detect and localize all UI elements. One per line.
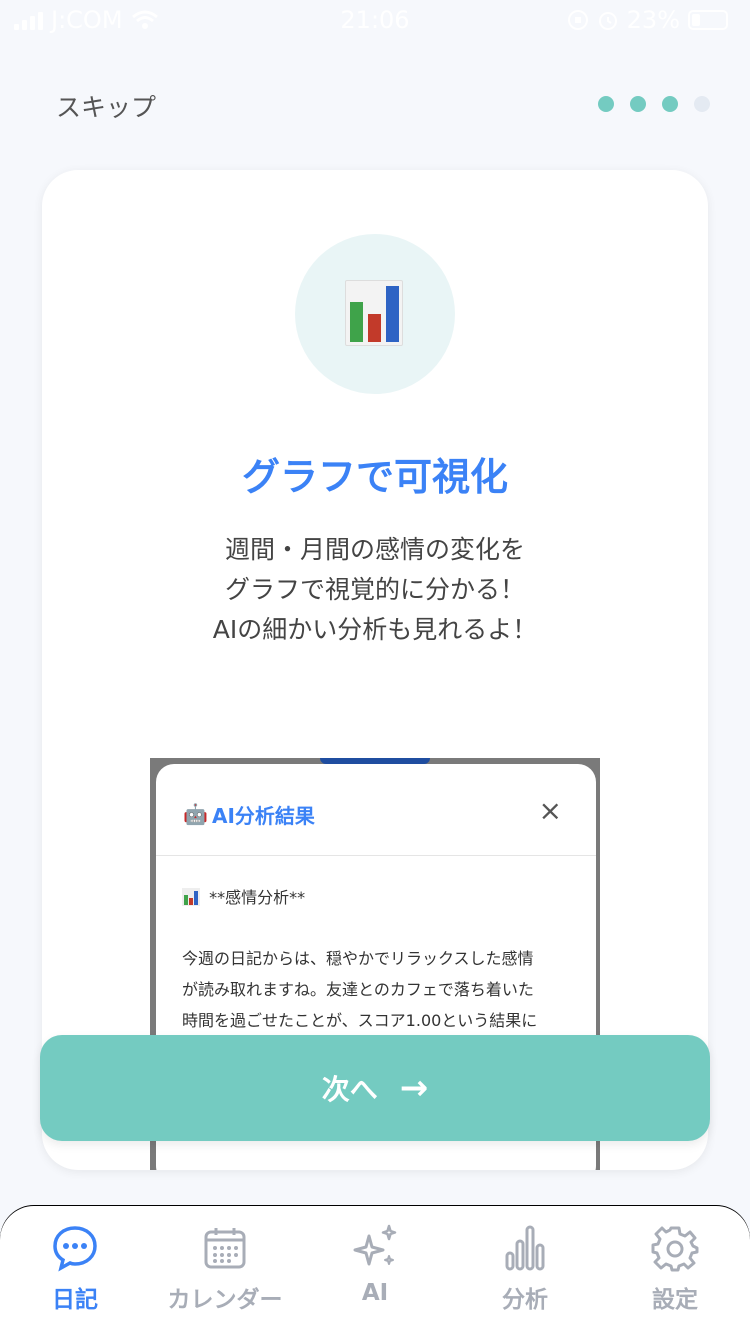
preview-modal-body: **感情分析** 今週の日記からは、穏やかでリラックスした感情 が読み取れますね… (156, 856, 596, 1062)
preview-modal-header: 🤖 AI分析結果 × (156, 764, 596, 856)
tab-settings[interactable]: 設定 (600, 1220, 750, 1314)
tab-ai[interactable]: AI (300, 1220, 450, 1306)
bar-chart-icon (345, 280, 403, 346)
tab-label: AI (361, 1280, 389, 1306)
robot-icon: 🤖 (183, 802, 208, 826)
skip-button[interactable]: スキップ (56, 88, 156, 124)
close-icon: × (538, 794, 562, 827)
description-line: AIの細かい分析も見れるよ！ (212, 615, 538, 644)
alarm-icon (598, 12, 617, 30)
arrow-right-icon: → (399, 1068, 429, 1108)
chat-bubble-icon (53, 1226, 97, 1272)
orientation-lock-icon (567, 10, 588, 30)
page-dot-1 (598, 96, 614, 112)
tab-label: 分析 (502, 1287, 548, 1313)
description-line: 週間・月間の感情の変化を (224, 535, 525, 564)
page-indicator (598, 96, 710, 112)
feature-description: 週間・月間の感情の変化を グラフで視覚的に分かる！ AIの細かい分析も見れるよ！ (42, 530, 708, 650)
onboarding-card: グラフで可視化 週間・月間の感情の変化を グラフで視覚的に分かる！ AIの細かい… (42, 170, 708, 1170)
body-line: 時間を過ごせたことが、スコア1.00という結果に (182, 1011, 538, 1030)
tab-calendar[interactable]: カレンダー (150, 1220, 300, 1314)
tab-diary[interactable]: 日記 (0, 1220, 150, 1314)
tab-analysis[interactable]: 分析 (450, 1220, 600, 1314)
page-dot-3 (662, 96, 678, 112)
tab-label: カレンダー (167, 1287, 283, 1313)
next-button-label: 次へ (321, 1073, 378, 1106)
body-line: が読み取れますね。友達とのカフェで落ち着いた (182, 980, 534, 999)
page-dot-2 (630, 96, 646, 112)
description-line: グラフで視覚的に分かる！ (224, 575, 525, 604)
battery-icon (688, 10, 728, 30)
tab-bar: 日記 カレンダー AI 分析 設定 (0, 1206, 750, 1334)
mini-chart-icon (182, 888, 200, 906)
status-bar: J:COM 21:06 23% (0, 0, 750, 40)
tab-label: 日記 (52, 1287, 98, 1313)
body-line: 今週の日記からは、穏やかでリラックスした感情 (182, 949, 534, 968)
calendar-icon (204, 1228, 246, 1269)
tab-label: 設定 (652, 1287, 698, 1313)
battery-percent: 23% (626, 6, 680, 34)
gear-icon (651, 1226, 699, 1272)
feature-title: グラフで可視化 (241, 455, 508, 499)
preview-modal-title: AI分析結果 (212, 804, 315, 828)
section-heading: **感情分析** (209, 888, 306, 907)
feature-icon-circle (295, 234, 455, 394)
bar-chart-icon (505, 1225, 545, 1271)
page-dot-4 (694, 96, 710, 112)
next-button[interactable]: 次へ → (40, 1035, 710, 1141)
sparkles-icon (353, 1224, 397, 1266)
